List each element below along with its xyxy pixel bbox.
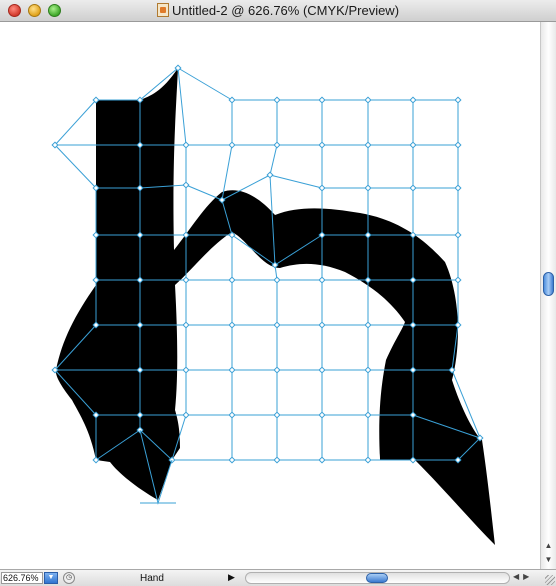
mesh-anchor-point[interactable] [228,96,236,104]
mesh-anchor-point[interactable] [364,184,372,192]
mesh-line [269,144,278,176]
horizontal-scroll-arrows[interactable]: ◀▶ [513,572,533,581]
mesh-anchor-point[interactable] [454,141,462,149]
mesh-line [54,144,97,189]
window-title-text: Untitled-2 @ 626.76% (CMYK/Preview) [171,3,400,18]
vertical-scroll-arrows[interactable]: ▲ ▼ [541,539,556,569]
vertical-scroll-thumb[interactable] [543,272,554,296]
triangle-right-icon[interactable]: ▶ [228,572,235,583]
mesh-anchor-point[interactable] [273,141,281,149]
status-bar: 626.76% ▼ ◷ Hand ▶ ◀▶ [0,569,556,586]
mesh-anchor-point[interactable] [409,141,417,149]
illustrator-document-icon [156,3,169,17]
artwork-svg[interactable] [0,22,540,569]
mesh-anchor-point[interactable] [273,96,281,104]
mesh-line [177,67,233,101]
horizontal-scroll-thumb[interactable] [366,573,388,583]
resize-grip-icon[interactable] [545,575,555,585]
chevron-down-icon[interactable]: ▼ [44,572,58,584]
mesh-anchor-point[interactable] [318,184,326,192]
mesh-anchor-point[interactable] [454,184,462,192]
mesh-anchor-point[interactable] [266,171,274,179]
window-titlebar[interactable]: Untitled-2 @ 626.76% (CMYK/Preview) [0,0,556,22]
mesh-anchor-point[interactable] [409,96,417,104]
mesh-anchor-point[interactable] [182,181,190,189]
mesh-anchor-point[interactable] [228,141,236,149]
window-title: Untitled-2 @ 626.76% (CMYK/Preview) [0,3,556,18]
mesh-anchor-point[interactable] [454,96,462,104]
artboard-canvas[interactable] [0,22,540,569]
mesh-anchor-point[interactable] [318,96,326,104]
mesh-anchor-point[interactable] [182,141,190,149]
navigation-icon[interactable]: ◷ [63,572,75,584]
mesh-anchor-point[interactable] [318,141,326,149]
horizontal-scrollbar[interactable] [245,572,510,584]
zoom-level-field[interactable]: 626.76% [1,572,43,584]
mesh-anchor-point[interactable] [409,184,417,192]
mesh-line [54,99,97,146]
mesh-anchor-point[interactable] [364,141,372,149]
mesh-anchor-point[interactable] [454,276,462,284]
mesh-line [177,67,187,146]
mesh-line [185,184,223,201]
current-tool-label: Hand [140,573,164,584]
mesh-line [269,174,323,189]
vertical-scrollbar[interactable]: ▲ ▼ [540,22,556,569]
mesh-anchor-point[interactable] [364,96,372,104]
mesh-anchor-point[interactable] [454,231,462,239]
